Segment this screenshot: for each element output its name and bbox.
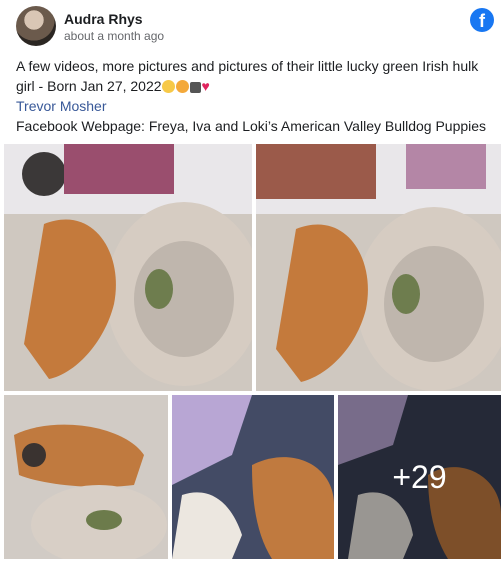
photo-1[interactable] xyxy=(4,144,252,391)
post-text-line: A few videos, more pictures and pictures… xyxy=(16,58,479,94)
author-avatar[interactable] xyxy=(16,6,56,46)
facebook-logo-icon[interactable]: f xyxy=(470,8,494,32)
more-photos-count[interactable]: +29 xyxy=(338,395,501,559)
photo-1-image xyxy=(4,144,252,391)
tagged-person-link[interactable]: Trevor Mosher xyxy=(16,98,107,114)
photo-2-image xyxy=(256,144,501,391)
post-text: A few videos, more pictures and pictures… xyxy=(16,56,492,96)
rolling-laugh-emoji-icon xyxy=(161,80,175,93)
facebook-page-line: Facebook Webpage: Freya, Iva and Loki’s … xyxy=(16,118,487,134)
post-body: A few videos, more pictures and pictures… xyxy=(16,56,492,136)
post-timestamp[interactable]: about a month ago xyxy=(64,29,164,43)
photo-4[interactable] xyxy=(172,395,334,559)
photo-3-image xyxy=(4,395,168,559)
photo-3[interactable] xyxy=(4,395,168,559)
paw-prints-emoji-icon xyxy=(189,82,201,93)
author-name[interactable]: Audra Rhys xyxy=(64,11,143,27)
photo-2[interactable] xyxy=(256,144,501,391)
photo-5-more[interactable]: +29 xyxy=(338,395,501,559)
red-heart-emoji-icon: ♥ xyxy=(201,78,210,94)
post-header: Audra Rhys about a month ago f xyxy=(16,6,496,46)
smiling-hearts-emoji-icon xyxy=(175,80,189,93)
photo-4-image xyxy=(172,395,334,559)
tagged-person[interactable]: Trevor Mosher xyxy=(16,96,492,116)
